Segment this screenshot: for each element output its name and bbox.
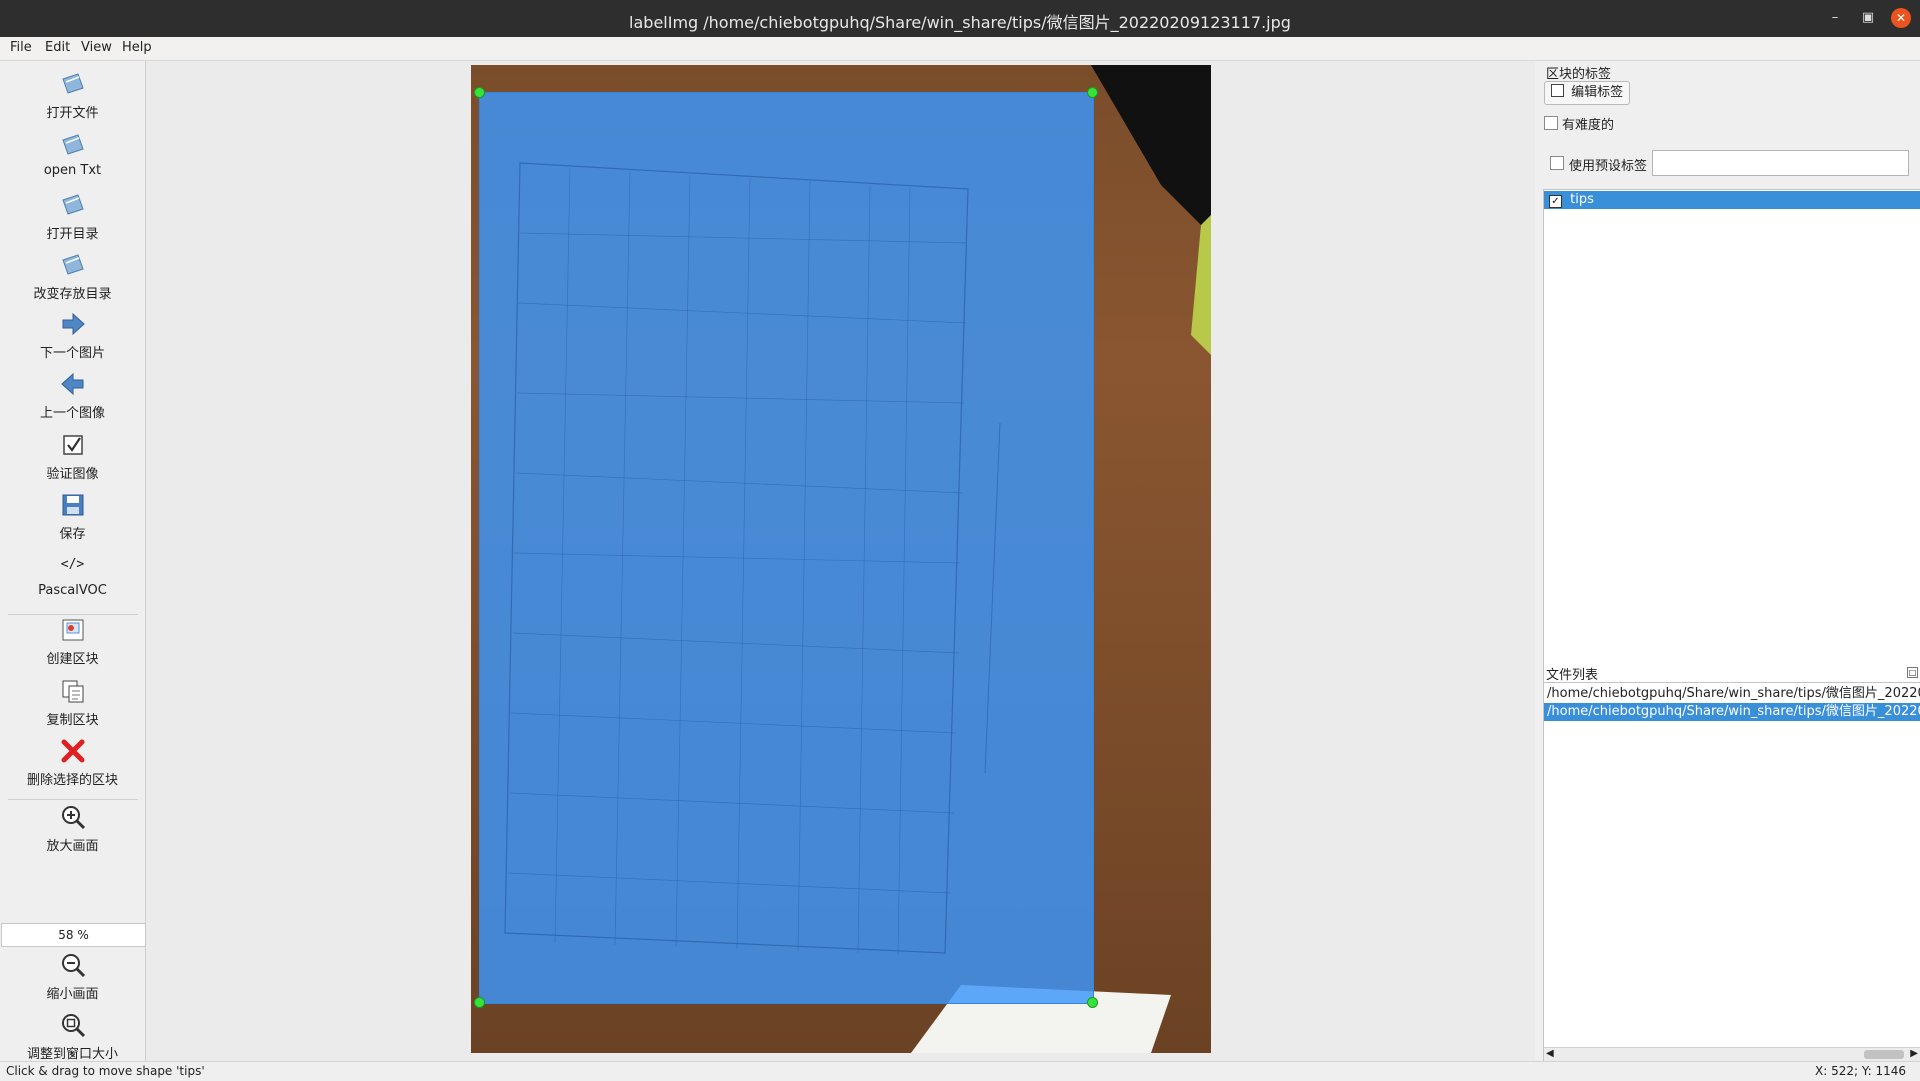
delete-icon xyxy=(61,739,84,763)
toolbar-divider xyxy=(8,799,138,800)
open-txt-label: open Txt xyxy=(43,163,102,178)
next-image-button[interactable]: 下一个图片 xyxy=(0,311,145,361)
save-button[interactable]: 保存 xyxy=(0,492,145,542)
duplicate-box-button[interactable]: 复制区块 xyxy=(0,678,145,728)
window-title: labelImg /home/chiebotgpuhq/Share/win_sh… xyxy=(629,13,1291,32)
delete-box-label: 删除选择的区块 xyxy=(26,773,118,788)
use-default-label-checkbox[interactable] xyxy=(1550,156,1564,170)
fit-window-icon xyxy=(61,1014,85,1038)
open-file-icon xyxy=(61,73,84,94)
verify-image-button[interactable]: 验证图像 xyxy=(0,432,145,482)
maximize-icon[interactable]: ▣ xyxy=(1858,8,1878,28)
form-document xyxy=(504,162,1001,956)
prev-image-label: 上一个图像 xyxy=(39,406,105,421)
status-message: Click & drag to move shape 'tips' xyxy=(6,1064,205,1078)
menu-help[interactable]: Help xyxy=(122,40,152,55)
shape-vertex[interactable] xyxy=(474,997,485,1008)
menu-edit[interactable]: Edit xyxy=(45,40,70,55)
zoom-out-button[interactable]: 缩小画面 xyxy=(0,952,145,1002)
open-dir-icon xyxy=(61,194,84,215)
create-box-label: 创建区块 xyxy=(46,652,99,667)
save-icon xyxy=(62,494,83,516)
format-toggle-button[interactable]: </> PascalVOC xyxy=(0,552,145,598)
open-dir-button[interactable]: 打开目录 xyxy=(0,192,145,242)
open-txt-icon xyxy=(61,134,84,155)
file-list-item[interactable]: /home/chiebotgpuhq/Share/win_share/tips/… xyxy=(1544,685,1920,703)
label-text: tips xyxy=(1570,192,1594,207)
create-box-icon xyxy=(62,619,83,641)
save-label: 保存 xyxy=(59,527,86,542)
toolbar-overflow-button[interactable]: » xyxy=(0,1042,145,1061)
open-dir-label: 打开目录 xyxy=(46,227,99,242)
minimize-icon[interactable]: – xyxy=(1825,8,1845,28)
prev-image-button[interactable]: 上一个图像 xyxy=(0,371,145,421)
right-dock: 区块的标签 编辑标签 有难度的 使用预设标签 ✓ tips 文件列表 □ /ho… xyxy=(1536,61,1920,1062)
edit-label-text: 编辑标签 xyxy=(1571,85,1624,100)
change-save-dir-button[interactable]: 改变存放目录 xyxy=(0,252,145,302)
edit-label-button[interactable]: 编辑标签 xyxy=(1544,81,1631,105)
menu-file[interactable]: File xyxy=(10,40,32,55)
zoom-out-icon xyxy=(61,954,85,978)
delete-box-button[interactable]: 删除选择的区块 xyxy=(0,738,145,788)
difficult-label: 有难度的 xyxy=(1562,118,1615,133)
create-box-button[interactable]: 创建区块 xyxy=(0,617,145,667)
open-txt-button[interactable]: open Txt xyxy=(0,132,145,178)
menu-view[interactable]: View xyxy=(81,40,112,55)
shape-vertex[interactable] xyxy=(474,87,485,98)
code-icon: </> xyxy=(60,557,85,572)
file-list-item[interactable]: /home/chiebotgpuhq/Share/win_share/tips/… xyxy=(1544,703,1920,721)
duplicate-box-label: 复制区块 xyxy=(46,713,99,728)
zoom-level-field[interactable]: 58 % xyxy=(1,923,146,947)
undock-icon[interactable]: □ xyxy=(1907,667,1918,678)
verify-image-label: 验证图像 xyxy=(46,467,99,482)
labels-panel-title: 区块的标签 xyxy=(1546,67,1612,82)
change-save-dir-label: 改变存放目录 xyxy=(33,287,112,302)
label-checked-icon[interactable]: ✓ xyxy=(1549,195,1562,208)
file-list-title: 文件列表 xyxy=(1546,668,1599,683)
format-label: PascalVOC xyxy=(38,583,107,598)
left-toolbar: 打开文件 open Txt 打开目录 改变存放目录 下一个图片 上一个图像 验证… xyxy=(0,61,146,1062)
scroll-right-icon[interactable]: ▶ xyxy=(1910,1048,1918,1059)
open-file-label: 打开文件 xyxy=(46,106,99,121)
cursor-coordinates: X: 522; Y: 1146 xyxy=(1815,1064,1906,1078)
toolbar-divider xyxy=(8,614,138,615)
pencil-icon xyxy=(1551,84,1564,97)
chevron-down-icon: » xyxy=(65,1050,79,1057)
label-list-item[interactable]: ✓ tips xyxy=(1544,191,1920,209)
zoom-out-label: 缩小画面 xyxy=(46,987,99,1002)
title-bar: labelImg /home/chiebotgpuhq/Share/win_sh… xyxy=(0,0,1920,37)
difficult-checkbox[interactable] xyxy=(1544,116,1558,130)
label-list[interactable]: ✓ tips xyxy=(1543,189,1920,718)
open-file-button[interactable]: 打开文件 xyxy=(0,71,145,121)
close-icon[interactable]: ✕ xyxy=(1891,8,1911,28)
zoom-in-button[interactable]: 放大画面 xyxy=(0,804,145,854)
shape-vertex[interactable] xyxy=(1087,997,1098,1008)
zoom-in-icon xyxy=(61,806,85,830)
status-bar: Click & drag to move shape 'tips' X: 522… xyxy=(0,1061,1920,1081)
file-list[interactable]: /home/chiebotgpuhq/Share/win_share/tips/… xyxy=(1543,682,1920,1062)
use-default-label-text: 使用预设标签 xyxy=(1569,159,1648,174)
default-label-input[interactable] xyxy=(1652,150,1909,176)
copy-icon xyxy=(62,680,83,703)
bounding-box-tips[interactable] xyxy=(479,92,1094,1004)
arrow-right-icon xyxy=(62,312,85,336)
image-canvas[interactable] xyxy=(146,61,1535,1061)
horizontal-scrollbar[interactable]: ◀ ▶ xyxy=(1544,1047,1920,1061)
menu-bar: File Edit View Help xyxy=(0,37,1920,61)
zoom-in-label: 放大画面 xyxy=(46,839,99,854)
shape-vertex[interactable] xyxy=(1087,87,1098,98)
arrow-left-icon xyxy=(60,372,83,396)
next-image-label: 下一个图片 xyxy=(39,346,105,361)
scrollbar-thumb[interactable] xyxy=(1864,1050,1904,1059)
change-save-dir-icon xyxy=(61,254,84,275)
checkbox-icon xyxy=(62,435,83,455)
scroll-left-icon[interactable]: ◀ xyxy=(1546,1048,1554,1059)
